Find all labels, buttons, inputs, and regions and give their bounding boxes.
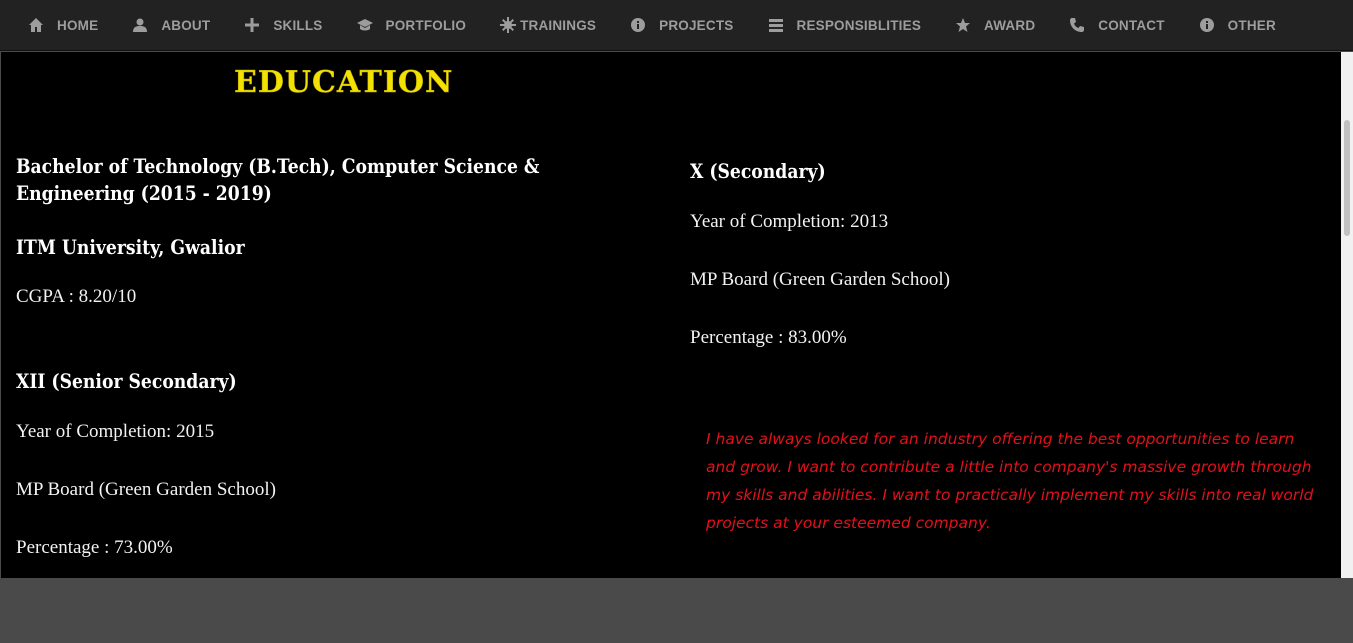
- nav-contact-label: CONTACT: [1098, 17, 1165, 33]
- education-section: EDUCATION Bachelor of Technology (B.Tech…: [1, 52, 1341, 578]
- nav-portfolio[interactable]: PORTFOLIO: [356, 17, 467, 33]
- btech-cgpa: CGPA : 8.20/10: [16, 286, 137, 307]
- user-icon: [132, 17, 148, 33]
- list-icon: [768, 17, 784, 33]
- nav-responsiblities-label: RESPONSIBLITIES: [796, 17, 922, 33]
- x-percentage: Percentage : 83.00%: [690, 327, 847, 348]
- phone-icon: [1069, 17, 1085, 33]
- info-icon: [1199, 17, 1215, 33]
- scrollbar-thumb[interactable]: [1344, 120, 1350, 236]
- xii-percentage: Percentage : 73.00%: [16, 537, 173, 558]
- objective-quote: I have always looked for an industry off…: [706, 430, 1314, 532]
- nav-award[interactable]: AWARD: [955, 17, 1035, 33]
- nav-contact[interactable]: CONTACT: [1069, 17, 1164, 33]
- nav-skills-label: SKILLS: [273, 17, 323, 33]
- x-board: MP Board (Green Garden School): [690, 269, 950, 290]
- nav-projects[interactable]: PROJECTS: [630, 17, 733, 33]
- nav-home-label: HOME: [57, 17, 99, 33]
- graduation-cap-icon: [356, 17, 373, 33]
- nav-about-label: ABOUT: [161, 17, 211, 33]
- btech-university: ITM University, Gwalior: [16, 235, 245, 259]
- vertical-scrollbar[interactable]: [1341, 52, 1353, 578]
- nav-responsiblities[interactable]: RESPONSIBLITIES: [768, 17, 922, 33]
- nav-other[interactable]: OTHER: [1199, 17, 1276, 33]
- nav-trainings[interactable]: TRAININGS: [500, 17, 596, 33]
- xii-year: Year of Completion: 2015: [16, 421, 215, 442]
- nav-portfolio-label: PORTFOLIO: [385, 17, 467, 33]
- nav-other-label: OTHER: [1227, 17, 1276, 33]
- top-navbar: HOME ABOUT SKILLS PORTFOLIO TRAININGS PR…: [0, 0, 1353, 51]
- x-year: Year of Completion: 2013: [690, 211, 889, 232]
- nav-trainings-label: TRAININGS: [520, 17, 597, 33]
- btech-heading: Bachelor of Technology (B.Tech), Compute…: [16, 154, 540, 205]
- nav-skills[interactable]: SKILLS: [244, 17, 322, 33]
- nav-projects-label: PROJECTS: [659, 17, 734, 33]
- nav-award-label: AWARD: [984, 17, 1036, 33]
- nav-home[interactable]: HOME: [28, 17, 98, 33]
- section-title: EDUCATION: [234, 65, 454, 101]
- info-icon: [630, 17, 646, 33]
- star-icon: [955, 17, 971, 33]
- home-icon: [28, 17, 44, 33]
- x-heading: X (Secondary): [690, 159, 826, 183]
- asterisk-icon: [500, 17, 517, 33]
- plus-icon: [244, 17, 260, 33]
- xii-board: MP Board (Green Garden School): [16, 479, 276, 500]
- nav-about[interactable]: ABOUT: [132, 17, 210, 33]
- xii-heading: XII (Senior Secondary): [16, 369, 237, 393]
